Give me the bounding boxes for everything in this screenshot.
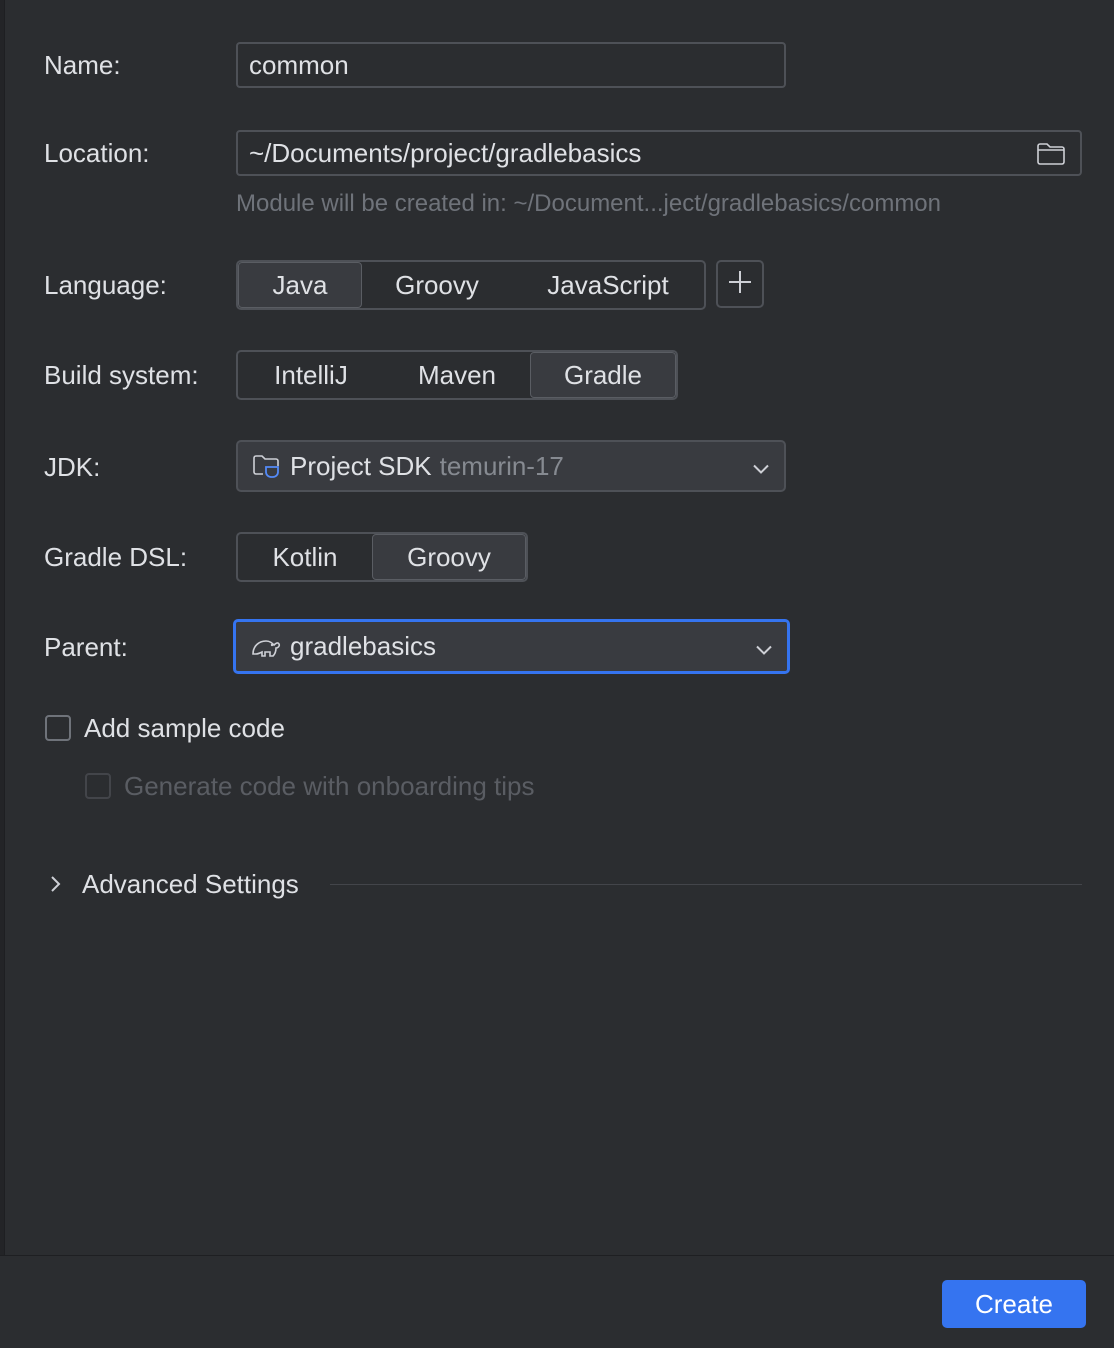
dsl-option-kotlin[interactable]: Kotlin xyxy=(238,534,372,580)
location-label: Location: xyxy=(44,138,150,168)
build-option-gradle[interactable]: Gradle xyxy=(530,352,676,398)
chevron-down-icon xyxy=(752,451,770,482)
create-button[interactable]: Create xyxy=(942,1280,1086,1328)
build-system-segmented-control: IntelliJ Maven Gradle xyxy=(236,350,678,400)
dsl-option-groovy[interactable]: Groovy xyxy=(372,534,526,580)
folder-icon[interactable] xyxy=(1036,141,1066,174)
onboarding-tips-checkbox[interactable] xyxy=(85,773,111,799)
add-sample-code-checkbox[interactable] xyxy=(45,715,71,741)
language-option-groovy[interactable]: Groovy xyxy=(362,262,512,308)
left-divider xyxy=(0,0,5,1255)
language-segmented-control: Java Groovy JavaScript xyxy=(236,260,706,310)
location-hint: Module will be created in: ~/Document...… xyxy=(236,190,941,217)
name-label: Name: xyxy=(44,50,121,80)
language-label: Language: xyxy=(44,270,167,300)
advanced-settings-label: Advanced Settings xyxy=(82,868,299,899)
name-field[interactable]: common xyxy=(236,42,786,88)
build-option-maven[interactable]: Maven xyxy=(384,352,530,398)
plus-icon xyxy=(727,269,753,300)
gradle-dsl-label: Gradle DSL: xyxy=(44,542,188,572)
gradle-elephant-icon xyxy=(250,634,282,660)
language-option-javascript[interactable]: JavaScript xyxy=(512,262,704,308)
jdk-value: Project SDK xyxy=(290,450,432,481)
advanced-settings-divider xyxy=(330,884,1082,885)
parent-combobox[interactable]: gradlebasics xyxy=(233,619,790,674)
jdk-combobox[interactable]: Project SDK temurin-17 xyxy=(236,440,786,492)
language-option-java[interactable]: Java xyxy=(238,262,362,308)
location-field-value: ~/Documents/project/gradlebasics xyxy=(249,137,642,168)
new-module-dialog: Name: common Location: ~/Documents/proje… xyxy=(0,0,1114,1348)
add-sample-code-label[interactable]: Add sample code xyxy=(84,713,285,744)
chevron-down-icon xyxy=(755,631,773,662)
gradle-dsl-segmented-control: Kotlin Groovy xyxy=(236,532,528,582)
parent-label: Parent: xyxy=(44,632,128,662)
advanced-settings-toggle[interactable]: Advanced Settings xyxy=(48,866,328,902)
jdk-version: temurin-17 xyxy=(439,450,564,481)
chevron-right-icon xyxy=(48,874,62,894)
location-field[interactable]: ~/Documents/project/gradlebasics xyxy=(236,130,1082,176)
onboarding-tips-label: Generate code with onboarding tips xyxy=(124,771,535,801)
sdk-folder-icon xyxy=(252,452,282,480)
add-language-button[interactable] xyxy=(716,260,764,308)
name-field-value: common xyxy=(249,49,349,80)
build-system-label: Build system: xyxy=(44,360,199,390)
parent-value: gradlebasics xyxy=(290,631,436,661)
jdk-label: JDK: xyxy=(44,452,101,482)
build-option-intellij[interactable]: IntelliJ xyxy=(238,352,384,398)
